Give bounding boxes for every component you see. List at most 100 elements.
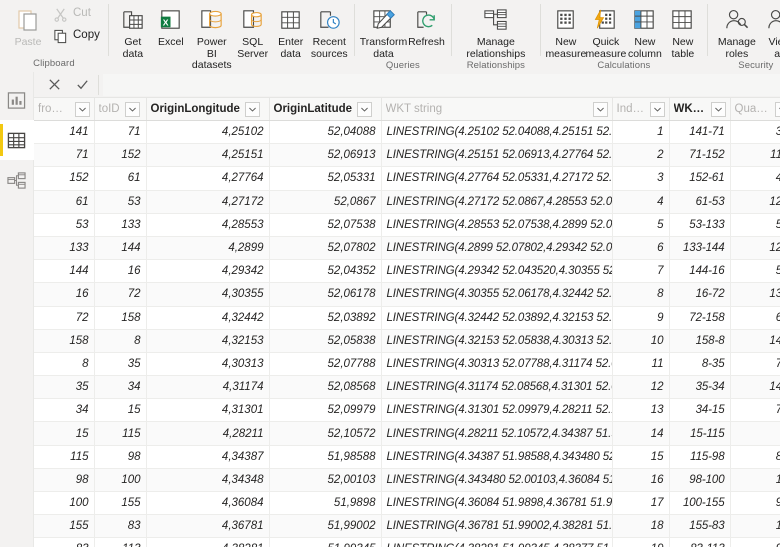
cell-WKTID[interactable]: 133-144 [669,236,731,261]
cell-fromID[interactable]: 83 [34,537,95,547]
cell-OriginLongitude[interactable]: 4,36781 [146,514,270,539]
cell-WKTstring[interactable]: LINESTRING(4.38281 51.99345,4.38377 51.9… [381,537,613,547]
enter-data-button[interactable]: Enter data [272,2,310,60]
cell-WKTstring[interactable]: LINESTRING(4.32442 52.03892,4.32153 52.0… [381,306,613,330]
cell-WKTID[interactable]: 34-15 [669,398,731,423]
column-header-OriginLongitude[interactable]: OriginLongitude [146,98,270,121]
cell-Index[interactable]: 7 [612,259,670,284]
cell-OriginLatitude[interactable]: 52,07802 [269,236,382,261]
cell-OriginLatitude[interactable]: 51,98588 [269,445,382,469]
cell-Quantity[interactable]: 6 [730,421,780,446]
cell-OriginLatitude[interactable]: 51,99002 [269,514,382,539]
cell-fromID[interactable]: 98 [34,468,95,493]
cell-WKTID[interactable]: 61-53 [669,190,731,214]
cell-Index[interactable]: 11 [612,352,670,377]
cell-Quantity[interactable]: 37 [730,120,780,145]
cell-WKTstring[interactable]: LINESTRING(4.2899 52.07802,4.29342 52.04… [381,236,613,261]
cell-toID[interactable]: 61 [94,166,147,191]
cell-OriginLatitude[interactable]: 52,0867 [269,190,382,214]
column-header-WKTstring[interactable]: WKT string [381,98,613,121]
cell-WKTstring[interactable]: LINESTRING(4.36084 51.9898,4.36781 51.99… [381,491,613,516]
cell-Index[interactable]: 9 [612,306,670,330]
cell-toID[interactable]: 100 [94,468,147,493]
column-header-Index[interactable]: Index [612,98,670,121]
cell-WKTstring[interactable]: LINESTRING(4.27764 52.05331,4.27172 52.0… [381,166,613,191]
cell-OriginLatitude[interactable]: 52,05331 [269,166,382,191]
cell-Index[interactable]: 16 [612,468,670,493]
cell-Quantity[interactable]: 57 [730,259,780,284]
cell-fromID[interactable]: 141 [34,120,95,145]
cell-WKTID[interactable]: 155-83 [669,514,731,539]
cell-toID[interactable]: 113 [94,537,147,547]
table-row[interactable]: 141 71 4,25102 52,04088 LINESTRING(4.25102 5… [34,120,780,145]
cell-Index[interactable]: 1 [612,120,670,145]
cell-Index[interactable]: 6 [612,236,670,261]
transform-data-button[interactable]: Transform data [360,2,407,60]
cell-fromID[interactable]: 100 [34,491,95,516]
table-row[interactable]: 831134,3828151,99345LINESTRING(4.38281 5… [34,537,780,547]
new-table-button[interactable]: New table [664,2,702,60]
cell-toID[interactable]: 71 [94,120,147,145]
cell-fromID[interactable]: 152 [34,166,95,191]
cell-Index[interactable]: 8 [612,282,670,307]
column-filter-chevron-down-icon[interactable] [710,101,726,117]
cell-fromID[interactable]: 61 [34,190,95,214]
cell-Quantity[interactable]: 149 [730,375,780,400]
column-header-OriginLatitude[interactable]: OriginLatitude [269,98,382,121]
column-header-WKTID[interactable]: WKT ID [669,98,731,121]
manage-roles-button[interactable]: Manage roles [713,2,761,60]
column-filter-chevron-down-icon[interactable] [124,101,140,117]
cell-toID[interactable]: 72 [94,282,147,307]
table-row[interactable]: 53 133 4,28553 52,07538 LINESTRING(4.28553 5… [34,213,780,237]
cell-Quantity[interactable]: 98 [730,537,780,547]
cell-OriginLatitude[interactable]: 52,05838 [269,329,382,353]
cell-Index[interactable]: 2 [612,143,670,168]
cell-toID[interactable]: 16 [94,259,147,284]
cell-OriginLongitude[interactable]: 4,30313 [146,352,270,377]
cell-WKTstring[interactable]: LINESTRING(4.28553 52.07538,4.2899 52.07… [381,213,613,237]
cell-OriginLongitude[interactable]: 4,38281 [146,537,270,547]
column-filter-chevron-down-icon[interactable] [357,101,373,117]
cell-Index[interactable]: 13 [612,398,670,423]
cell-OriginLatitude[interactable]: 52,04088 [269,120,382,145]
cell-toID[interactable]: 115 [94,421,147,446]
cell-Quantity[interactable]: 78 [730,398,780,423]
table-row[interactable]: 61 53 4,27172 52,0867 LINESTRING(4.27172 52.… [34,190,780,214]
excel-button[interactable]: X Excel [152,2,190,49]
cell-toID[interactable]: 35 [94,352,147,377]
cell-Quantity[interactable]: 91 [730,491,780,516]
cell-WKTstring[interactable]: LINESTRING(4.36781 51.99002,4.38281 51.9… [381,514,613,539]
view-as-button[interactable]: View as [761,2,780,60]
cell-OriginLatitude[interactable]: 51,99345 [269,537,382,547]
column-header-Quantity[interactable]: Quantity [730,98,780,121]
cell-OriginLongitude[interactable]: 4,36084 [146,491,270,516]
refresh-button[interactable]: Refresh [407,2,446,49]
cell-Quantity[interactable]: 136 [730,282,780,307]
new-measure-button[interactable]: New measure [545,2,586,60]
table-row[interactable]: 158 8 4,32153 52,05838 LINESTRING(4.32153 52… [34,329,780,353]
cell-Quantity[interactable]: 64 [730,306,780,330]
cell-OriginLongitude[interactable]: 4,34387 [146,445,270,469]
cell-WKTstring[interactable]: LINESTRING(4.30355 52.06178,4.32442 52.0… [381,282,613,307]
table-row[interactable]: 144 16 4,29342 52,04352 LINESTRING(4.29342 5… [34,259,780,284]
cell-OriginLongitude[interactable]: 4,25102 [146,120,270,145]
cell-WKTstring[interactable]: LINESTRING(4.34387 51.98588,4.343480 52.… [381,445,613,469]
cell-OriginLongitude[interactable]: 4,27764 [146,166,270,191]
cell-Quantity[interactable]: 116 [730,143,780,168]
recent-sources-button[interactable]: Recent sources [310,2,349,60]
cell-WKTstring[interactable]: LINESTRING(4.27172 52.0867,4.28553 52.07… [381,190,613,214]
cut-button[interactable]: Cut [48,3,103,25]
cell-WKTstring[interactable]: LINESTRING(4.32153 52.05838,4.30313 52.0… [381,329,613,353]
cell-Index[interactable]: 5 [612,213,670,237]
column-filter-chevron-down-icon[interactable] [592,101,608,117]
cell-Quantity[interactable]: 44 [730,166,780,191]
formula-accept-button[interactable] [68,74,96,96]
copy-button[interactable]: Copy [48,25,103,47]
sql-server-button[interactable]: SQL Server [234,2,272,60]
cell-Index[interactable]: 19 [612,537,670,547]
table-row[interactable]: 16 72 4,30355 52,06178 LINESTRING(4.30355 52… [34,282,780,307]
cell-WKTID[interactable]: 72-158 [669,306,731,330]
cell-OriginLongitude[interactable]: 4,25151 [146,143,270,168]
cell-toID[interactable]: 98 [94,445,147,469]
cell-OriginLatitude[interactable]: 52,07538 [269,213,382,237]
